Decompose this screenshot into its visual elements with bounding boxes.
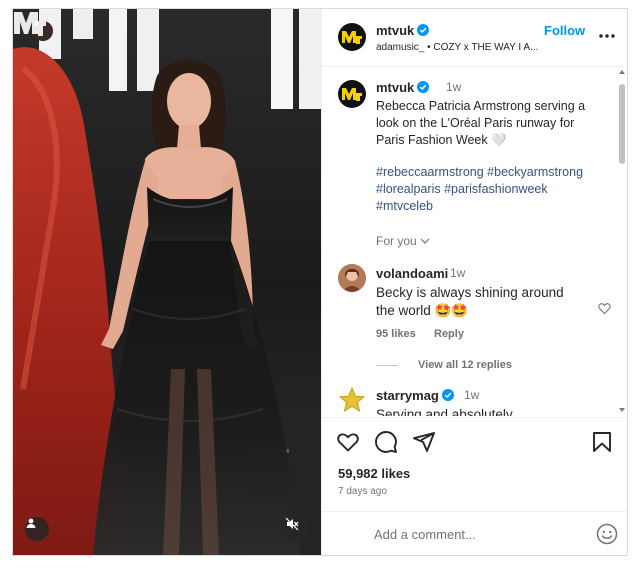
scroll-down-arrow[interactable] (619, 408, 625, 412)
caption-username[interactable]: mtvuk (376, 80, 430, 95)
scrollbar-thumb[interactable] (619, 84, 625, 164)
mute-button[interactable] (285, 517, 309, 541)
comment-composer (322, 511, 627, 555)
tagged-users-button[interactable] (25, 517, 49, 541)
post-timestamp[interactable]: 7 days ago (338, 486, 387, 497)
comment-text: Serving and absolutely... (376, 407, 523, 416)
mtv-logo-icon (342, 88, 362, 101)
reply-button[interactable]: Reply (434, 328, 464, 340)
header-username-text[interactable]: mtvuk (376, 23, 414, 38)
comment-likes[interactable]: 95 likes (376, 328, 416, 340)
verified-badge-icon (417, 81, 430, 93)
post-details-panel: mtvuk adamusic_ • COZY x THE WAY I A... … (321, 9, 627, 555)
avatar[interactable] (338, 264, 366, 292)
user-icon (26, 518, 36, 528)
verified-badge-icon (417, 24, 430, 36)
runway-photo (13, 9, 321, 555)
post-media[interactable] (13, 9, 321, 555)
heart-icon[interactable] (598, 302, 611, 315)
avatar[interactable] (338, 23, 366, 51)
replies-divider (376, 365, 398, 366)
caption-username-text[interactable]: mtvuk (376, 80, 414, 95)
heart-icon[interactable] (336, 430, 360, 454)
follow-button[interactable]: Follow (544, 23, 585, 38)
bookmark-icon[interactable] (590, 430, 614, 454)
mtv-logo-icon (342, 31, 362, 44)
caption-timestamp[interactable]: 1w (446, 80, 461, 94)
comment-timestamp[interactable]: 1w (464, 388, 479, 402)
comment-username[interactable]: volandoami (376, 266, 448, 281)
avatar[interactable] (338, 386, 366, 414)
comment-username-text[interactable]: starrymag (376, 388, 439, 403)
share-icon[interactable] (412, 430, 436, 454)
post-actions: 59,982 likes 7 days ago (322, 417, 627, 509)
add-comment-input[interactable] (374, 523, 574, 545)
comments-scrollbar[interactable] (618, 68, 626, 416)
avatar[interactable] (338, 80, 366, 108)
verified-badge-icon (441, 389, 454, 401)
instagram-post-modal: mtvuk adamusic_ • COZY x THE WAY I A... … (12, 8, 628, 556)
comments-scroll-area[interactable]: mtvuk 1w Rebecca Patricia Armstrong serv… (322, 68, 627, 416)
caption-text: Rebecca Patricia Armstrong serving a loo… (376, 99, 586, 147)
comment-text: Becky is always shining around the world… (376, 285, 564, 318)
audio-attribution[interactable]: adamusic_ • COZY x THE WAY I A... (376, 42, 538, 53)
for-you-dropdown[interactable]: For you (376, 234, 430, 248)
comment-icon[interactable] (374, 430, 398, 454)
view-replies-button[interactable]: View all 12 replies (418, 359, 512, 371)
chevron-down-icon (420, 238, 430, 244)
commenter-photo (338, 264, 366, 292)
comment-timestamp[interactable]: 1w (450, 266, 465, 280)
volume-off-icon (285, 517, 299, 531)
mtv-watermark-icon (14, 12, 46, 36)
comment-username[interactable]: starrymag (376, 388, 454, 403)
for-you-label: For you (376, 234, 417, 248)
post-like-count[interactable]: 59,982 likes (338, 466, 410, 481)
emoji-icon[interactable] (596, 523, 618, 545)
caption-hashtags[interactable]: #rebeccaarmstrong #beckyarmstrong #lorea… (376, 164, 602, 215)
post-header: mtvuk adamusic_ • COZY x THE WAY I A... … (322, 9, 627, 67)
scroll-up-arrow[interactable] (619, 70, 625, 74)
header-username[interactable]: mtvuk (376, 23, 430, 38)
more-horizontal-icon[interactable] (598, 27, 616, 45)
